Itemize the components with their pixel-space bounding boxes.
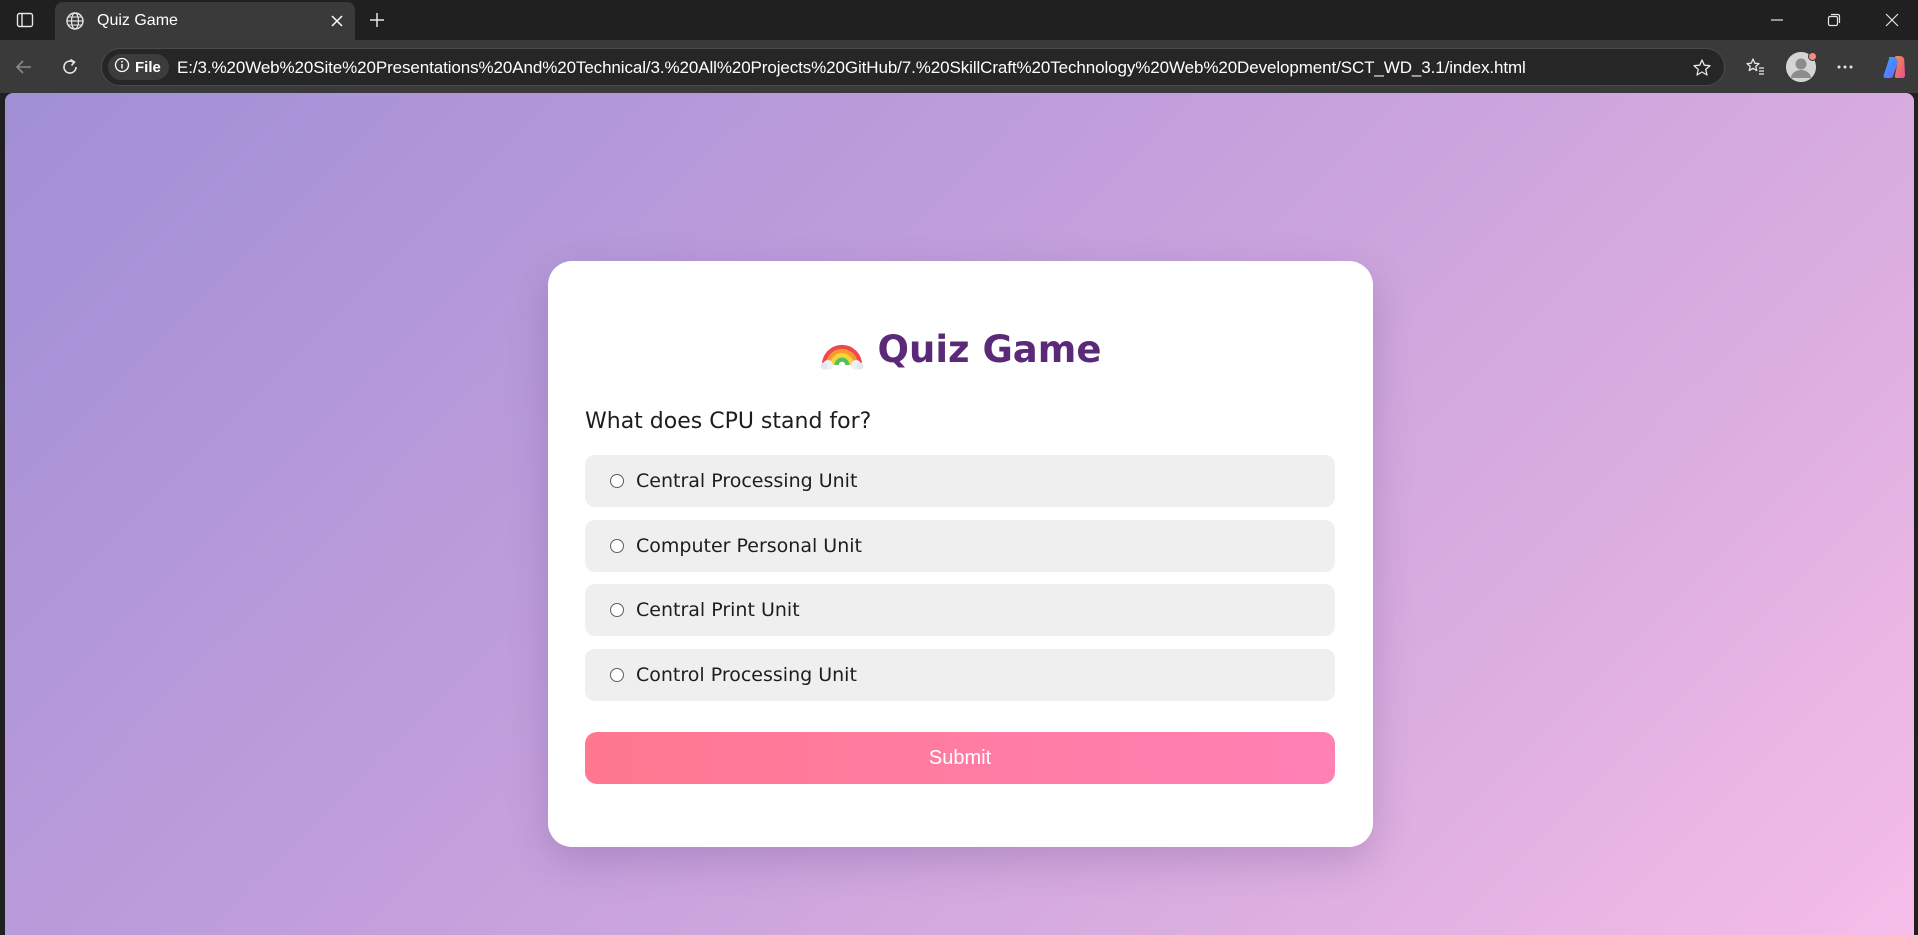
restore-icon[interactable] <box>1819 8 1849 32</box>
sidebar-toggle-icon[interactable] <box>10 8 40 32</box>
radio-button[interactable] <box>610 474 624 488</box>
tab-strip: Quiz Game <box>0 0 1918 40</box>
minimize-icon[interactable] <box>1762 8 1792 32</box>
back-icon[interactable] <box>10 53 38 81</box>
answer-options: Central Processing Unit Computer Persona… <box>585 455 1335 713</box>
answer-option[interactable]: Control Processing Unit <box>585 648 1335 701</box>
close-window-icon[interactable] <box>1877 8 1907 32</box>
quiz-card: Quiz Game What does CPU stand for? Centr… <box>548 261 1373 847</box>
answer-option-label: Computer Personal Unit <box>636 534 862 557</box>
answer-option-label: Control Processing Unit <box>636 663 857 686</box>
answer-option-label: Central Processing Unit <box>636 470 858 492</box>
submit-button[interactable]: Submit <box>585 732 1335 784</box>
favorites-icon[interactable] <box>1740 52 1770 82</box>
answer-option[interactable]: Central Processing Unit <box>585 455 1335 507</box>
globe-icon <box>65 11 85 31</box>
tab-title: Quiz Game <box>97 12 178 29</box>
radio-button[interactable] <box>610 667 624 682</box>
more-options-icon[interactable] <box>1830 52 1860 82</box>
close-tab-icon[interactable] <box>327 11 347 31</box>
quiz-title-text: Quiz Game <box>877 327 1102 371</box>
copilot-icon[interactable] <box>1880 53 1908 81</box>
answer-option[interactable]: Central Print Unit <box>585 584 1335 636</box>
answer-option[interactable]: Computer Personal Unit <box>585 519 1335 572</box>
notification-dot <box>1808 52 1817 61</box>
question-text: What does CPU stand for? <box>585 409 872 434</box>
refresh-icon[interactable] <box>56 53 84 81</box>
radio-button[interactable] <box>610 538 624 553</box>
url-text[interactable]: E:/3.%20Web%20Site%20Presentations%20And… <box>177 58 1526 78</box>
address-bar[interactable]: File E:/3.%20Web%20Site%20Presentations%… <box>101 48 1725 86</box>
new-tab-icon[interactable] <box>364 8 390 32</box>
rainbow-icon <box>820 327 864 371</box>
answer-option-label: Central Print Unit <box>636 599 800 621</box>
file-chip-label: File <box>135 58 161 76</box>
radio-button[interactable] <box>610 603 624 617</box>
quiz-title: Quiz Game <box>548 327 1373 371</box>
browser-toolbar: File E:/3.%20Web%20Site%20Presentations%… <box>0 40 1918 93</box>
info-icon <box>114 57 130 78</box>
favorite-star-icon[interactable] <box>1690 56 1714 80</box>
page-viewport: Quiz Game What does CPU stand for? Centr… <box>5 93 1914 935</box>
site-info-button[interactable]: File <box>108 54 169 80</box>
tab-quiz-game[interactable]: Quiz Game <box>55 2 355 40</box>
